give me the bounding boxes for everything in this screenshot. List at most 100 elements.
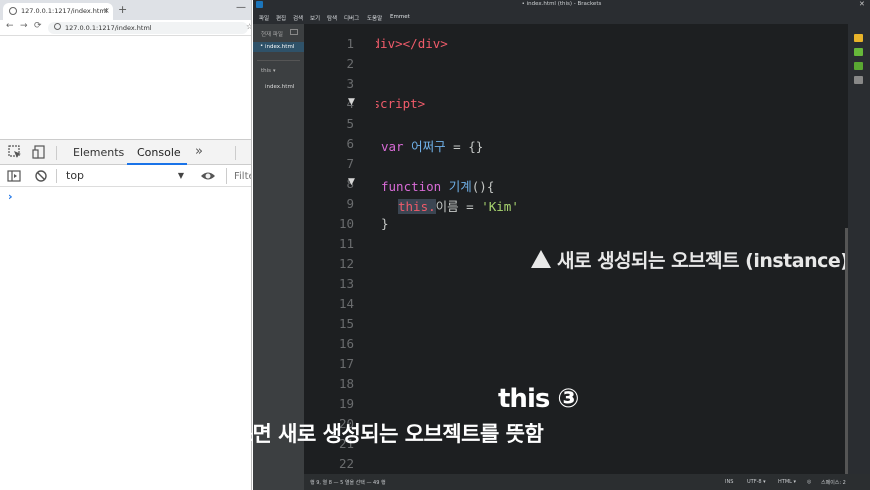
line-number: 22	[338, 456, 354, 471]
clear-console-icon[interactable]	[34, 169, 48, 183]
toolbar-divider	[56, 146, 57, 160]
line-number: 11	[338, 236, 354, 251]
minimize-button[interactable]: —	[236, 2, 246, 13]
code-line-6: var 어쩌구 = {}	[381, 136, 483, 155]
toolbar-divider	[235, 146, 236, 160]
extension-manager-icon[interactable]	[854, 48, 863, 56]
modified-dot-icon: •	[260, 43, 264, 49]
project-file-item[interactable]: index.html	[265, 84, 294, 90]
code-text: =	[458, 199, 482, 214]
tab-close-icon[interactable]: ×	[103, 6, 110, 15]
line-number: 2	[346, 56, 354, 71]
forward-icon[interactable]: →	[20, 21, 28, 31]
keyword: var	[381, 139, 404, 154]
tab-elements[interactable]: Elements	[73, 146, 124, 159]
line-number: 5	[346, 116, 354, 131]
code-editor[interactable]: <div></div> <script> var 어쩌구 = {} functi…	[376, 24, 848, 474]
split-view-icon[interactable]	[290, 29, 298, 35]
working-files-header: 현재 파일	[261, 32, 283, 38]
chevron-down-icon: ▾	[273, 68, 276, 74]
annotation-text: 새로 생성되는 오브젝트 (instance)	[557, 250, 848, 272]
project-dropdown[interactable]: this ▾	[261, 68, 276, 74]
status-bar: 행 9, 열 8 — 5 열을 선택 — 49 행 INS UTF-8 ▾ HT…	[304, 474, 870, 490]
identifier: 기계	[448, 179, 472, 194]
console-prompt-icon[interactable]: ›	[8, 190, 13, 203]
working-file-item[interactable]: • index.html	[253, 42, 304, 52]
menu-help[interactable]: 도움말	[367, 14, 382, 22]
html-tag: </div>	[402, 36, 448, 51]
up-triangle-icon	[531, 250, 551, 268]
reload-icon[interactable]: ⟳	[34, 21, 42, 31]
menu-view[interactable]: 보기	[310, 14, 320, 22]
back-icon[interactable]: ←	[6, 21, 14, 31]
context-value: top	[66, 169, 85, 182]
fold-arrow-icon[interactable]: ▼	[348, 177, 355, 187]
more-tabs-icon[interactable]: »	[192, 145, 206, 159]
menu-search[interactable]: 검색	[293, 14, 303, 22]
selected-this: this.	[398, 199, 436, 214]
line-number: 16	[338, 336, 354, 351]
tab-console[interactable]: Console	[137, 146, 181, 159]
device-toolbar-icon[interactable]	[32, 145, 46, 159]
line-number: 13	[338, 276, 354, 291]
new-tab-button[interactable]: +	[118, 3, 127, 16]
menu-debug[interactable]: 디버그	[344, 14, 359, 22]
brackets-window: • index.html (this) - Brackets ✕ 파일 편집 검…	[253, 0, 870, 490]
property-name: 이름	[435, 199, 459, 214]
cursor-position: 행 9, 열 8 — 5 열을 선택 — 49 행	[310, 480, 386, 486]
console-sidebar-icon[interactable]	[7, 169, 21, 183]
address-bar[interactable]: 127.0.0.1:1217/index.html	[48, 22, 248, 34]
chrome-window: 127.0.0.1:1217/index.html × + — ← → ⟳ 12…	[0, 0, 252, 490]
tab-title: 127.0.0.1:1217/index.html	[21, 7, 108, 15]
window-close-icon[interactable]: ✕	[859, 0, 865, 8]
bookmark-star-icon[interactable]: ☆	[246, 22, 251, 31]
fold-arrow-icon[interactable]: ▼	[348, 97, 355, 107]
code-text: }	[381, 216, 389, 231]
project-name: this	[261, 68, 272, 74]
code-line-4: <script>	[376, 96, 425, 111]
html-tag: <script>	[376, 96, 426, 111]
devtools-toolbar: Elements Console »	[0, 139, 251, 165]
menu-navigate[interactable]: 탐색	[327, 14, 337, 22]
line-number: 1	[346, 36, 354, 51]
indent-spaces[interactable]: 스페이스: 2	[821, 479, 846, 486]
live-expression-eye-icon[interactable]	[200, 169, 215, 183]
live-preview-icon[interactable]	[854, 34, 863, 42]
subtitle-title: this ③	[498, 384, 579, 414]
info-icon[interactable]	[54, 23, 61, 30]
keyword: function	[381, 179, 442, 194]
language-select[interactable]: HTML ▾	[778, 479, 796, 485]
page-viewport	[0, 37, 251, 139]
context-selector[interactable]: top ▼	[66, 169, 186, 183]
menu-emmet[interactable]: Emmet	[390, 14, 410, 20]
search-icon[interactable]	[854, 76, 863, 84]
line-number: 7	[346, 156, 354, 171]
globe-icon	[9, 7, 17, 15]
identifier: 어쩌구	[411, 139, 446, 154]
code-line-9: this.이름 = 'Kim'	[398, 196, 519, 215]
line-number: 15	[338, 316, 354, 331]
line-number: 6	[346, 136, 354, 151]
working-file-name: index.html	[265, 44, 295, 50]
encoding-select[interactable]: UTF-8 ▾	[747, 479, 766, 485]
line-number: 19	[338, 396, 354, 411]
code-text: (){	[471, 179, 495, 194]
sidebar-divider	[257, 60, 300, 61]
dropdown-caret-icon: ▼	[177, 171, 184, 180]
line-number: 3	[346, 76, 354, 91]
code-line-10: }	[381, 216, 389, 231]
menu-file[interactable]: 파일	[259, 14, 269, 22]
code-text: = {}	[445, 139, 484, 154]
browser-tab[interactable]: 127.0.0.1:1217/index.html ×	[3, 3, 113, 20]
inspect-element-icon[interactable]	[8, 145, 22, 159]
line-number: 10	[338, 216, 354, 231]
extension-icon[interactable]	[854, 62, 863, 70]
code-line-1: <div></div>	[376, 36, 448, 51]
toolbar-divider	[56, 169, 57, 183]
menu-bar: 파일 편집 검색 보기 탐색 디버그 도움말 Emmet	[253, 10, 870, 24]
insert-mode[interactable]: INS	[725, 479, 733, 485]
menu-edit[interactable]: 편집	[276, 14, 286, 22]
subtitle-body: 기계 안에서 쓰면 새로 생성되는 오브젝트를 뜻함	[126, 422, 544, 446]
annotation-caption: 새로 생성되는 오브젝트 (instance)	[531, 246, 848, 273]
console-filter-input[interactable]	[226, 168, 251, 184]
